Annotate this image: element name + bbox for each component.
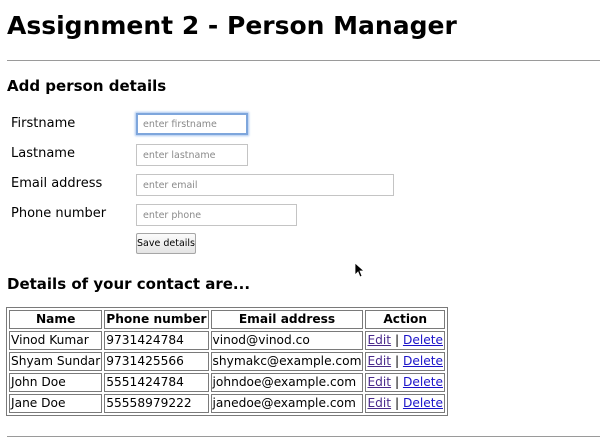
contacts-heading: Details of your contact are... — [7, 275, 251, 293]
table-row: John Doe 5551424784 johndoe@example.com … — [9, 373, 445, 392]
edit-link[interactable]: Edit — [367, 396, 391, 410]
table-row: Shyam Sundar 9731425566 shymakc@example.… — [9, 352, 445, 371]
contact-phone: 9731424784 — [104, 331, 209, 350]
contact-email: vinod@vinod.co — [210, 331, 364, 350]
contact-actions: Edit | Delete — [365, 394, 445, 413]
save-details-button[interactable]: Save details — [136, 233, 196, 254]
contact-email: johndoe@example.com — [210, 373, 364, 392]
contact-email: janedoe@example.com — [210, 394, 364, 413]
email-label: Email address — [11, 176, 103, 191]
contact-email: shymakc@example.com — [210, 352, 364, 371]
delete-link[interactable]: Delete — [403, 375, 443, 389]
contact-name: John Doe — [9, 373, 103, 392]
contact-actions: Edit | Delete — [365, 352, 445, 371]
column-header-action: Action — [365, 310, 445, 329]
top-divider — [7, 60, 600, 61]
phone-input[interactable] — [136, 204, 297, 226]
edit-link[interactable]: Edit — [367, 354, 391, 368]
contact-name: Jane Doe — [9, 394, 103, 413]
action-separator: | — [394, 396, 400, 410]
contact-actions: Edit | Delete — [365, 331, 445, 350]
page-title: Assignment 2 - Person Manager — [7, 11, 457, 40]
lastname-label: Lastname — [11, 146, 75, 161]
contact-phone: 5551424784 — [104, 373, 209, 392]
edit-link[interactable]: Edit — [367, 375, 391, 389]
delete-link[interactable]: Delete — [403, 333, 443, 347]
contact-name: Shyam Sundar — [9, 352, 103, 371]
delete-link[interactable]: Delete — [403, 354, 443, 368]
contact-actions: Edit | Delete — [365, 373, 445, 392]
delete-link[interactable]: Delete — [403, 396, 443, 410]
lastname-input[interactable] — [136, 144, 248, 166]
contact-name: Vinod Kumar — [9, 331, 103, 350]
contacts-table: Name Phone number Email address Action V… — [6, 307, 448, 416]
column-header-phone: Phone number — [104, 310, 209, 329]
firstname-input[interactable] — [136, 113, 248, 135]
firstname-label: Firstname — [11, 116, 76, 131]
mouse-pointer-icon — [354, 262, 364, 278]
contact-phone: 55558979222 — [104, 394, 209, 413]
bottom-divider — [7, 436, 600, 437]
phone-label: Phone number — [11, 206, 107, 221]
form-heading: Add person details — [7, 77, 167, 95]
email-input[interactable] — [136, 174, 394, 196]
column-header-email: Email address — [210, 310, 364, 329]
action-separator: | — [394, 375, 400, 389]
action-separator: | — [394, 354, 400, 368]
table-row: Jane Doe 55558979222 janedoe@example.com… — [9, 394, 445, 413]
action-separator: | — [394, 333, 400, 347]
table-header-row: Name Phone number Email address Action — [9, 310, 445, 329]
contact-phone: 9731425566 — [104, 352, 209, 371]
column-header-name: Name — [9, 310, 103, 329]
table-row: Vinod Kumar 9731424784 vinod@vinod.co Ed… — [9, 331, 445, 350]
edit-link[interactable]: Edit — [367, 333, 391, 347]
